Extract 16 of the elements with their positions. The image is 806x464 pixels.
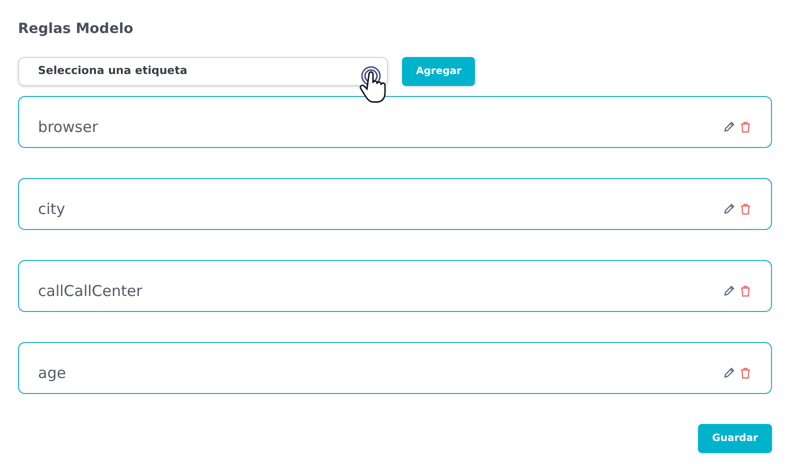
save-button[interactable]: Guardar (698, 424, 772, 453)
tag-select-input[interactable]: Selecciona una etiqueta (38, 63, 358, 80)
rule-name: city (38, 198, 66, 220)
rule-name: callCallCenter (38, 280, 144, 302)
edit-icon[interactable] (723, 367, 735, 379)
delete-icon[interactable] (740, 203, 751, 215)
edit-icon[interactable] (723, 121, 735, 133)
delete-icon[interactable] (740, 121, 751, 133)
delete-icon[interactable] (740, 285, 751, 297)
delete-icon[interactable] (740, 367, 751, 379)
edit-icon[interactable] (723, 203, 735, 215)
edit-icon[interactable] (723, 285, 735, 297)
section-title: Reglas Modelo (18, 20, 134, 39)
add-button[interactable]: Agregar (402, 57, 476, 86)
rule-name: age (38, 362, 67, 384)
rule-name: browser (38, 116, 100, 138)
